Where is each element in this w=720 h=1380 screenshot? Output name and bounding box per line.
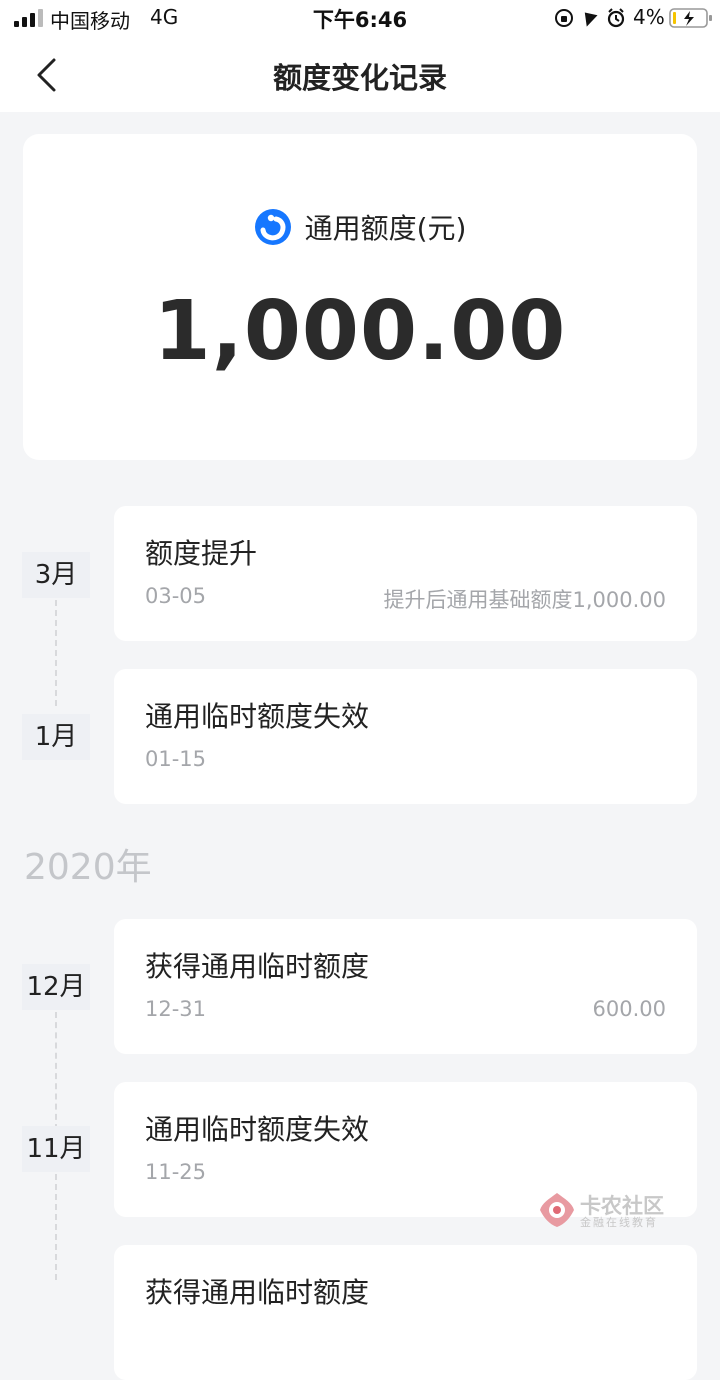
watermark: 卡农社区 金融在线教育 xyxy=(538,1190,664,1230)
location-icon xyxy=(584,12,598,27)
alarm-icon xyxy=(607,8,625,28)
timeline-line xyxy=(55,1012,57,1130)
month-label: 3月 xyxy=(22,552,90,598)
page-title: 额度变化记录 xyxy=(272,61,447,95)
limit-amount: 1,000.00 xyxy=(153,284,567,379)
month-label: 1月 xyxy=(22,714,90,760)
status-icons xyxy=(555,8,625,28)
record-card[interactable]: 额度提升 03-05 提升后通用基础额度1,000.00 xyxy=(114,506,697,641)
limit-header: 通用额度(元) xyxy=(23,207,697,247)
record-desc: 600.00 xyxy=(592,997,666,1021)
record-date: 11-25 xyxy=(145,1160,207,1184)
battery-percent: 4% xyxy=(633,5,665,29)
record-card[interactable]: 获得通用临时额度 xyxy=(114,1245,697,1380)
orientation-lock-icon xyxy=(555,9,573,27)
record-date: 01-15 xyxy=(145,747,207,771)
month-label: 12月 xyxy=(22,964,90,1010)
watermark-logo-icon xyxy=(540,1193,574,1227)
timeline-line xyxy=(55,600,57,706)
record-desc: 提升后通用基础额度1,000.00 xyxy=(383,588,666,612)
limit-card: 通用额度(元) 1,000.00 xyxy=(23,134,697,460)
record-title: 获得通用临时额度 xyxy=(145,950,370,983)
limit-label: 通用额度(元) xyxy=(304,212,467,245)
battery-icon xyxy=(669,8,712,28)
watermark-subtitle: 金融在线教育 xyxy=(580,1216,658,1229)
month-label: 11月 xyxy=(22,1126,90,1172)
record-date: 03-05 xyxy=(145,584,207,608)
record-title: 获得通用临时额度 xyxy=(145,1276,370,1309)
record-title: 通用临时额度失效 xyxy=(145,1113,370,1146)
record-card[interactable]: 通用临时额度失效 01-15 xyxy=(114,669,697,804)
record-card[interactable]: 获得通用临时额度 12-31 600.00 xyxy=(114,919,697,1054)
status-bar: 中国移动 4G 下午6:46 4% xyxy=(0,0,720,38)
record-date: 12-31 xyxy=(145,997,207,1021)
record-title: 通用临时额度失效 xyxy=(145,700,370,733)
record-title: 额度提升 xyxy=(145,537,258,570)
brand-logo-icon xyxy=(254,209,291,245)
nav-bar: 额度变化记录 xyxy=(0,38,720,112)
timeline-line xyxy=(55,1174,57,1280)
year-divider: 2020年 xyxy=(24,847,152,888)
